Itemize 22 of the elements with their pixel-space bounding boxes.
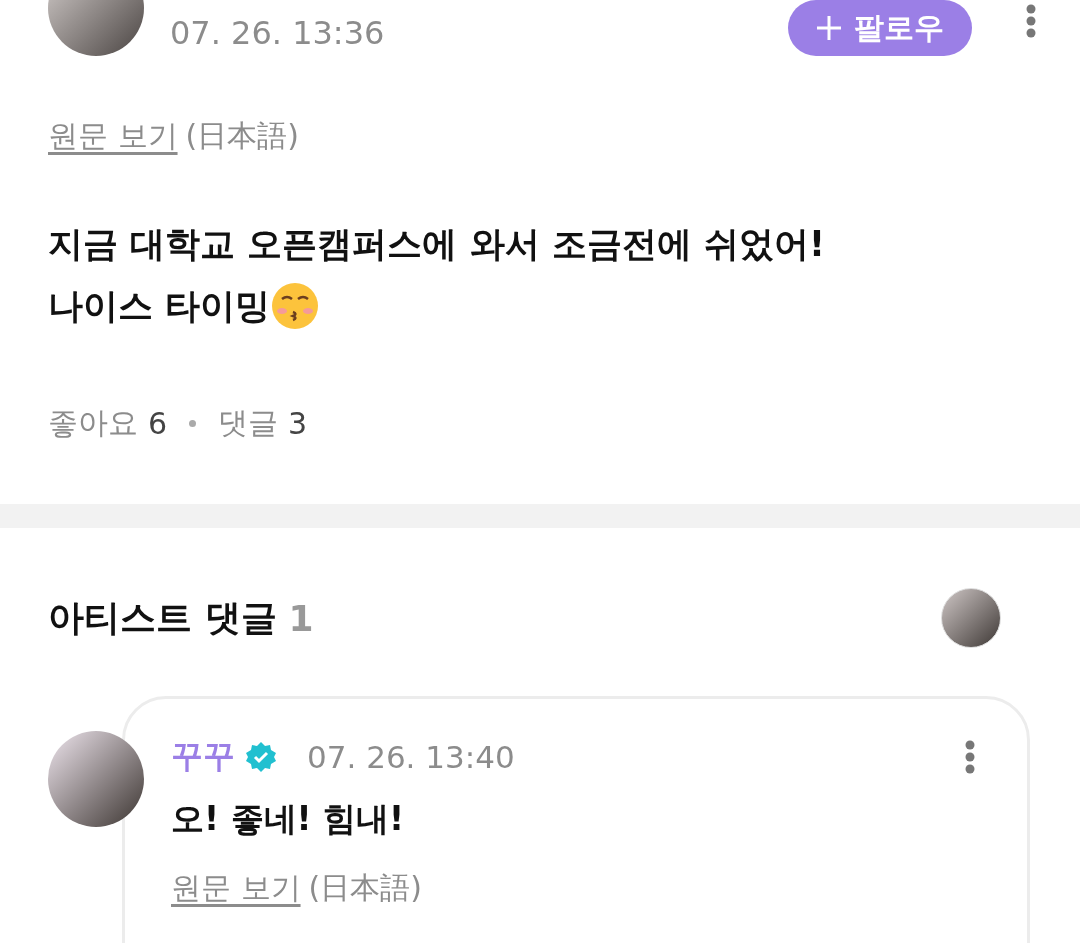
section-count: 1 bbox=[288, 597, 315, 639]
post-text: 나이스 타이밍 bbox=[48, 285, 271, 328]
more-options-icon[interactable] bbox=[965, 740, 975, 774]
kissing-face-icon bbox=[270, 281, 321, 331]
language-label: (日本語) bbox=[308, 869, 422, 907]
section-title: 아티스트 댓글 bbox=[48, 595, 277, 640]
view-original-link[interactable]: 원문 보기 bbox=[48, 116, 178, 157]
stat-count: 6 bbox=[148, 406, 168, 441]
stat-label: 좋아요 bbox=[48, 404, 138, 442]
plus-icon bbox=[816, 15, 842, 41]
comment-date: 07. 26. 13:40 bbox=[307, 739, 516, 775]
comment-text: 오! 좋네! 힘내! bbox=[171, 798, 406, 840]
language-label: (日本語) bbox=[185, 117, 299, 155]
view-original-link[interactable]: 원문 보기 bbox=[171, 868, 301, 909]
comment-author[interactable]: 꾸꾸 bbox=[171, 735, 235, 779]
more-options-icon[interactable] bbox=[1026, 4, 1036, 38]
separator-dot bbox=[189, 420, 197, 427]
post-text: 지금 대학교 오픈캠퍼스에 와서 조금전에 쉬었어! bbox=[48, 223, 825, 266]
stat-count: 3 bbox=[288, 406, 308, 441]
follow-button[interactable]: 팔로우 bbox=[788, 0, 972, 56]
stat-label: 댓글 bbox=[218, 404, 279, 442]
post-date: 07. 26. 13:36 bbox=[170, 14, 386, 52]
